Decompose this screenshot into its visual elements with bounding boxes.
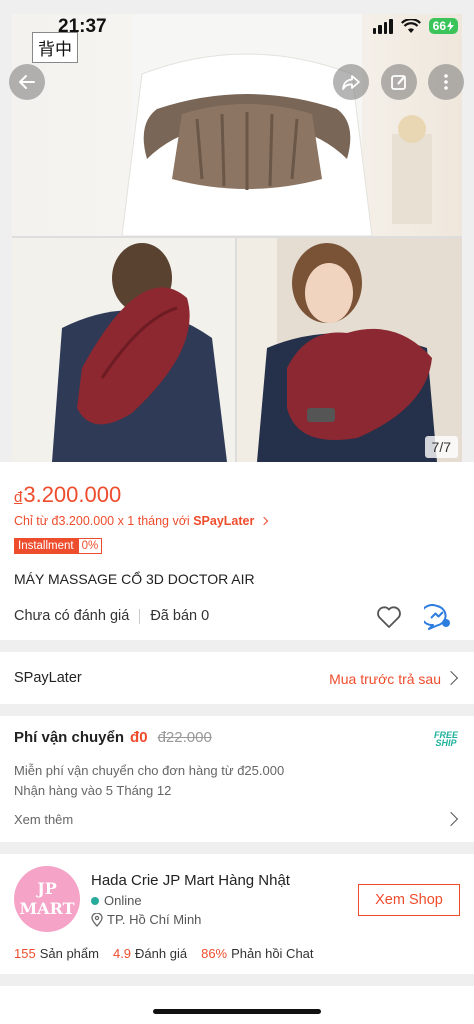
shop-name[interactable]: Hada Crie JP Mart Hàng Nhật [91,872,290,889]
view-shop-button[interactable]: Xem Shop [358,884,460,916]
freeship-line2: SHIP [435,738,457,748]
product-title: MÁY MASSAGE CỔ 3D DOCTOR AIR [14,571,255,587]
stat-chat: 86% Phản hồi Chat [201,946,313,961]
shipping-fee: đ0 [130,729,148,746]
language-badge[interactable]: 背中 [32,32,78,63]
shop-location-text: TP. Hồ Chí Minh [107,912,202,927]
online-label: Online [104,893,142,908]
spaylater-brand: SPayLater [193,514,255,528]
installment-label: Installment [14,538,78,554]
price-currency: đ [14,489,23,506]
share-icon [342,75,360,90]
signal-icon [372,18,393,34]
stat-rating-label: Đánh giá [135,946,188,961]
product-price: đ 3.200.000 [14,482,121,508]
arrow-left-icon [19,75,35,89]
price-value: 3.200.000 [23,482,122,507]
shop-logo-line1: JP [37,879,57,898]
shop-stats: 155 Sản phẩm 4.9 Đánh giá 86% Phản hồi Chat [14,946,314,961]
share-button[interactable] [333,64,369,100]
shipping-desc-free: Miễn phí vận chuyển cho đơn hàng từ đ25.… [14,763,285,778]
more-options-button[interactable] [428,64,464,100]
stat-products: 155 Sản phẩm [14,946,99,961]
image-counter: 7/7 [424,436,458,458]
wifi-icon [400,18,421,33]
messenger-share-icon[interactable] [424,604,452,630]
shipping-old-fee: đ22.000 [157,729,212,746]
battery-level: 66 [432,19,446,33]
bottom-area [0,986,474,1024]
stat-rating: 4.9 Đánh giá [113,946,187,961]
battery-icon: 66 [428,18,458,34]
more-vertical-icon [444,74,448,90]
product-photo-front-view [237,238,462,462]
spaylater-row[interactable]: SPayLater Mua trước trả sau [0,652,474,704]
rating-row: Chưa có đánh giá Đã bán 0 [14,608,209,624]
shop-online-status: Online [91,893,142,908]
home-indicator[interactable] [153,1009,321,1014]
shipping-see-more[interactable]: Xem thêm [14,812,73,827]
online-dot-icon [91,896,99,905]
stat-rating-value: 4.9 [112,946,132,961]
stat-chat-label: Phản hồi Chat [231,946,314,961]
sold-count: Đã bán 0 [150,608,210,624]
freeship-badge: FREE SHIP [434,731,458,748]
chevron-right-icon [259,516,269,526]
shipping-fee-row: Phí vận chuyển đ0 đ22.000 [14,729,212,746]
edit-button[interactable] [381,64,417,100]
spaylater-row-label: SPayLater [14,670,82,686]
location-pin-icon [91,912,103,927]
stat-chat-rate: 86% [201,946,228,961]
no-rating-text: Chưa có đánh giá [14,608,130,624]
spaylater-row-action: Mua trước trả sau [329,671,441,687]
shipping-desc-delivery: Nhận hàng vào 5 Tháng 12 [14,783,172,798]
installment-rate: 0% [77,538,103,554]
stat-products-label: Sản phẩm [39,946,99,961]
heart-icon[interactable] [376,605,402,629]
shop-logo[interactable]: JP MART [14,866,80,932]
installment-badge: Installment 0% [14,538,103,554]
back-button[interactable] [9,64,45,100]
spaylater-offer-text: Chỉ từ đ3.200.000 x 1 tháng với [14,514,194,528]
shop-location: TP. Hồ Chí Minh [91,912,201,927]
shop-logo-line2: MART [19,899,75,918]
shipping-label: Phí vận chuyển [14,729,125,746]
spaylater-offer[interactable]: Chỉ từ đ3.200.000 x 1 tháng với SPayLate… [14,514,269,528]
stat-products-count: 155 [14,946,36,961]
chevron-right-icon [443,670,459,686]
edit-icon [391,75,406,90]
product-photo-side-view [12,238,235,462]
